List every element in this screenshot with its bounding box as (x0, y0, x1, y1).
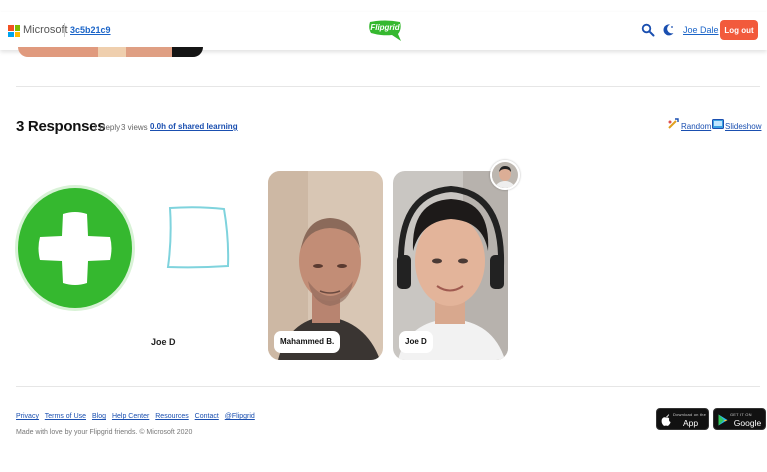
google-play-badge[interactable]: GET IT ON Google Play (713, 408, 766, 438)
brand-name: Flipgrid (370, 23, 400, 32)
footer-links: Privacy Terms of Use Blog Help Center Re… (16, 413, 259, 420)
footer-copyright: Made with love by your Flipgrid friends.… (16, 429, 193, 436)
footer-divider (16, 386, 760, 387)
slideshow-icon[interactable] (712, 118, 724, 130)
google-play-icon (718, 414, 728, 426)
random-link[interactable]: Random (681, 122, 711, 131)
user-name-link[interactable]: Joe Dale (683, 25, 719, 35)
footer-link-blog[interactable]: Blog (92, 413, 106, 420)
replier-avatar[interactable] (490, 160, 520, 190)
flipgrid-logo[interactable]: Flipgrid (367, 19, 403, 43)
top-navigation-bar: Microsoft 3c5b21c9 Flipgrid Joe Dale Log… (0, 12, 767, 50)
org-name: Microsoft (23, 24, 68, 36)
section-divider (16, 86, 760, 87)
app-store-badge[interactable]: Download on the App Store (656, 408, 709, 438)
footer-link-contact[interactable]: Contact (195, 413, 219, 420)
footer-link-resources[interactable]: Resources (155, 413, 188, 420)
video-response-card[interactable]: Mahammed B. (268, 171, 383, 360)
topic-cover-strip (18, 47, 203, 57)
response-author-name: Mahammed B. (274, 331, 341, 353)
responses-title: 3 Responses (16, 118, 106, 135)
app-store-small-text: Download on the (673, 412, 707, 417)
search-icon[interactable] (641, 23, 655, 37)
apple-icon (661, 414, 671, 426)
avatar-image (492, 162, 518, 188)
footer-link-terms[interactable]: Terms of Use (45, 413, 86, 420)
reply-count: 1 Reply (93, 123, 121, 132)
placeholder-thumbnail[interactable] (164, 204, 232, 274)
footer-link-flipgrid-social[interactable]: @Flipgrid (225, 413, 255, 420)
moon-icon[interactable] (661, 23, 675, 37)
logout-button[interactable]: Log out (720, 20, 758, 40)
random-icon[interactable] (667, 118, 679, 130)
add-response-button[interactable] (14, 184, 136, 312)
google-play-small-text: GET IT ON (730, 412, 752, 417)
grid-code-link[interactable]: 3c5b21c9 (64, 23, 111, 37)
slideshow-link[interactable]: Slideshow (725, 122, 761, 131)
video-response-card[interactable]: Joe D (393, 171, 508, 360)
microsoft-logo-icon (8, 25, 20, 37)
google-play-text: Google Play (733, 418, 762, 438)
shared-learning-link[interactable]: 0.0h of shared learning (150, 122, 238, 131)
footer-link-privacy[interactable]: Privacy (16, 413, 39, 420)
app-store-text: App Store (680, 418, 701, 438)
plus-icon (15, 185, 135, 311)
view-count: 3 views (121, 123, 148, 132)
response-author-name: Joe D (399, 331, 433, 353)
footer-link-help-center[interactable]: Help Center (112, 413, 149, 420)
response-author-name: Joe D (151, 337, 176, 347)
